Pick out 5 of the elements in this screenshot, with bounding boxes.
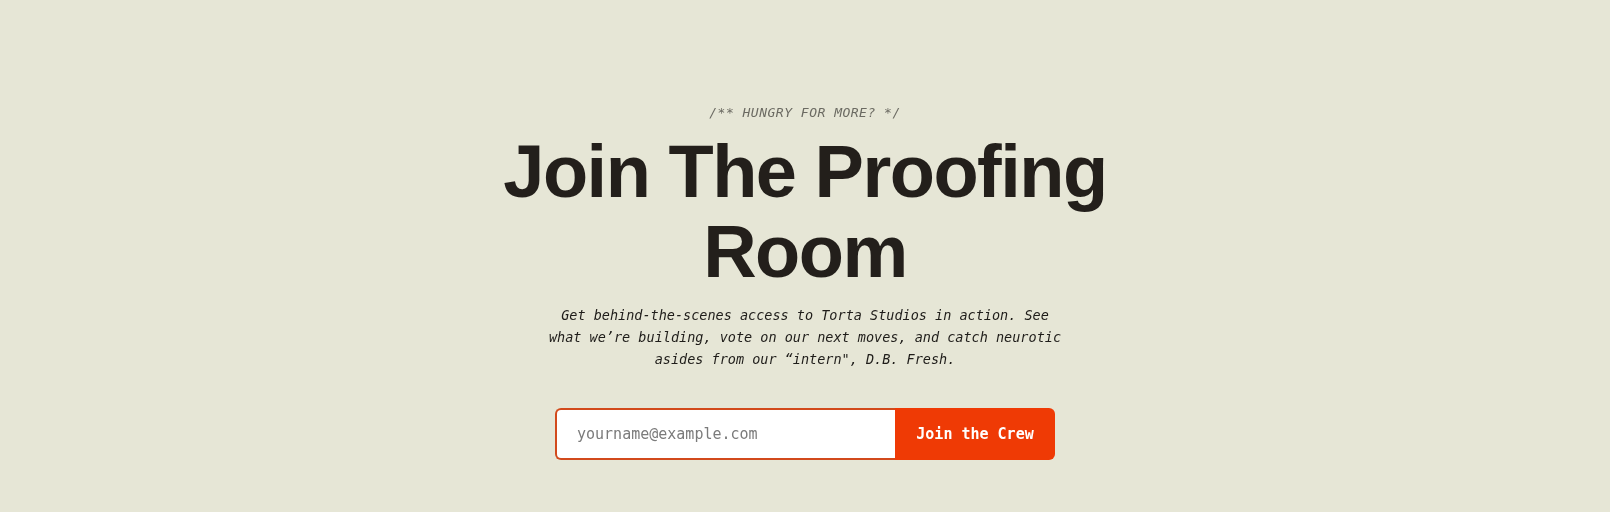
email-input-field[interactable]: yourname@example.com (555, 408, 895, 460)
description-text: Get behind-the-scenes access to Torta Studios in action. See what we’re building, vote on our next moves, and catch neurotic asides from our “intern", D.B. Fresh. (547, 306, 1062, 369)
join-button[interactable]: Join the Crew (895, 408, 1055, 460)
eyebrow-text: /** HUNGRY FOR MORE? */ (709, 104, 901, 122)
heading: Join The Proofing Room (502, 132, 1108, 292)
